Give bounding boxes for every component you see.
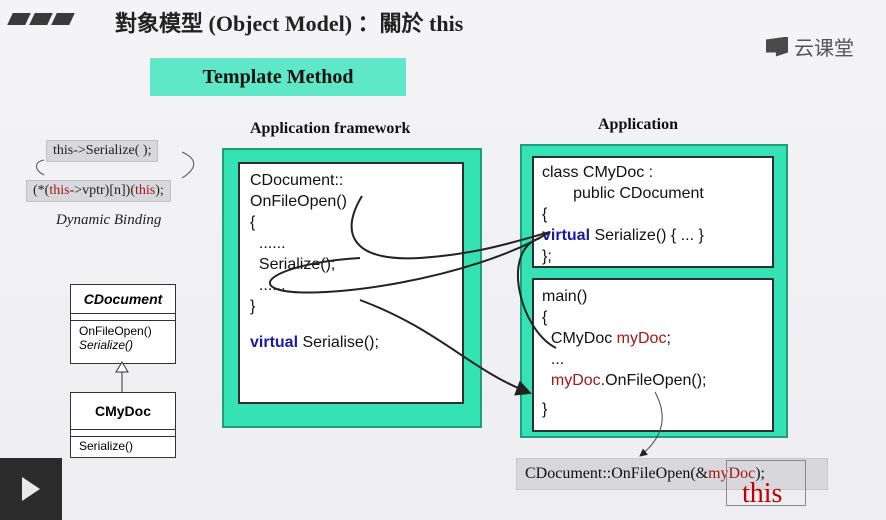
note-curl	[36, 159, 45, 176]
play-icon	[22, 477, 40, 501]
flow-curve-to-serialize	[350, 195, 551, 260]
annotation-arrows	[36, 151, 663, 457]
flow-arrow-to-onfileopen	[359, 299, 532, 396]
call-arrow-down	[639, 391, 663, 457]
inheritance-arrowhead	[115, 361, 129, 373]
slide: 對象模型 (Object Model) ：關於 this 云课堂 Templat…	[0, 0, 886, 520]
flow-curve-return	[268, 231, 551, 294]
flow-curve-main	[516, 237, 557, 349]
note-connector	[181, 151, 195, 179]
play-button[interactable]	[0, 458, 62, 520]
